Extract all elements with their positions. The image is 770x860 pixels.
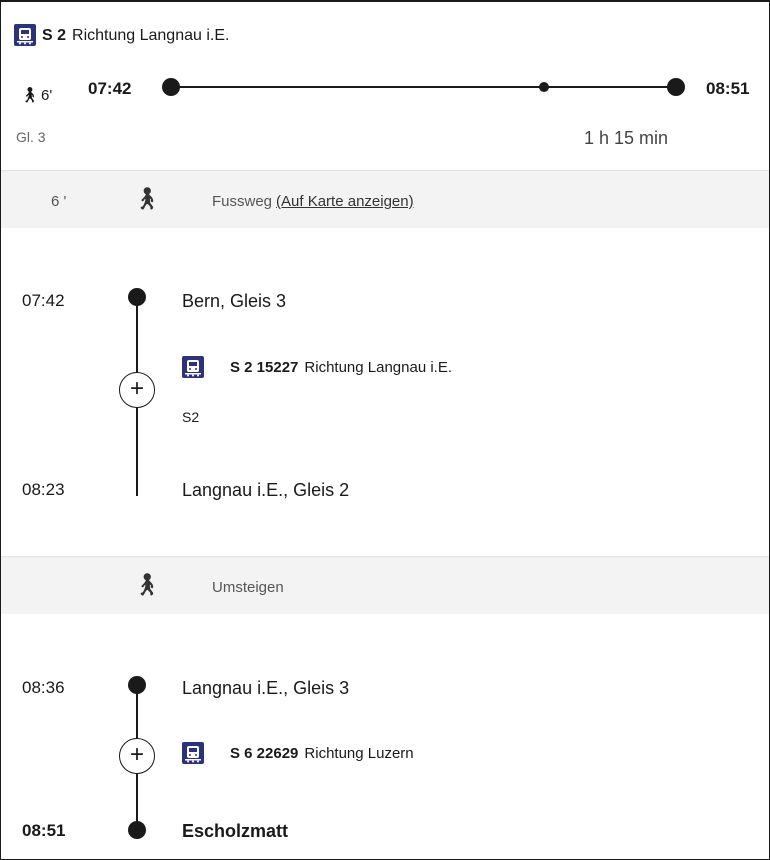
segment1-start-dot (128, 288, 146, 306)
segment2-to-stop: Escholzmatt (182, 821, 289, 841)
segment2-service-number: S 6 22629 (230, 745, 299, 762)
header-direction: Richtung Langnau i.E. (72, 27, 230, 44)
segment2-from-stop: Langnau i.E., Gleis 3 (182, 678, 350, 698)
walking-person-icon: 🚶︎ (133, 572, 161, 597)
segment1-direction: Richtung Langnau i.E. (304, 359, 453, 376)
segment2-start-dot (128, 676, 146, 694)
departure-time: 07:42 (88, 79, 132, 98)
segment1-arrival-time: 08:23 (22, 480, 65, 499)
timeline-bar (170, 86, 675, 88)
header-title: S 2 Richtung Langnau i.E. (42, 27, 229, 45)
timeline-transfer-dot (539, 82, 549, 92)
header-line-number: S 2 (42, 27, 67, 44)
walk-band: 6 ' 🚶︎ Fussweg (Auf Karte anzeigen) (1, 170, 769, 228)
walk-minutes: 6' (41, 87, 53, 104)
platform: Gl. 3 (16, 129, 46, 145)
walk-band-label: Fussweg (212, 193, 273, 210)
map-link[interactable]: (Auf Karte anzeigen) (276, 193, 414, 210)
transfer-band: 🚶︎ Umsteigen (1, 556, 769, 614)
duration: 1 h 15 min (584, 128, 669, 148)
walking-person-icon: 🚶︎ (133, 186, 161, 211)
transfer-label: Umsteigen (212, 579, 284, 596)
segment1-departure-time: 07:42 (22, 291, 65, 310)
walk-band-text: Fussweg (Auf Karte anzeigen) (212, 193, 414, 210)
train-icon (182, 356, 204, 378)
plus-circle-icon[interactable]: + (119, 738, 155, 774)
segment2-arrival-time: 08:51 (22, 821, 66, 840)
timeline-end-dot (667, 78, 685, 96)
segment1-service-number: S 2 15227 (230, 359, 299, 376)
arrival-time: 08:51 (706, 79, 750, 98)
segment2-departure-time: 08:36 (22, 678, 65, 697)
segment1-from-stop: Bern, Gleis 3 (182, 291, 287, 311)
plus-circle-icon[interactable]: + (119, 372, 155, 408)
train-icon (182, 742, 204, 764)
segment1-note: S2 (182, 409, 200, 425)
header-walk-time: 🚶︎ 6' (20, 86, 52, 104)
segment1-to-stop: Langnau i.E., Gleis 2 (182, 480, 350, 500)
segment2-end-dot (128, 821, 146, 839)
walk-band-minutes: 6 ' (51, 193, 67, 210)
timeline-start-dot (162, 78, 180, 96)
walking-person-icon: 🚶︎ (20, 87, 40, 104)
segment2-direction: Richtung Luzern (304, 745, 414, 762)
train-icon (14, 24, 36, 46)
